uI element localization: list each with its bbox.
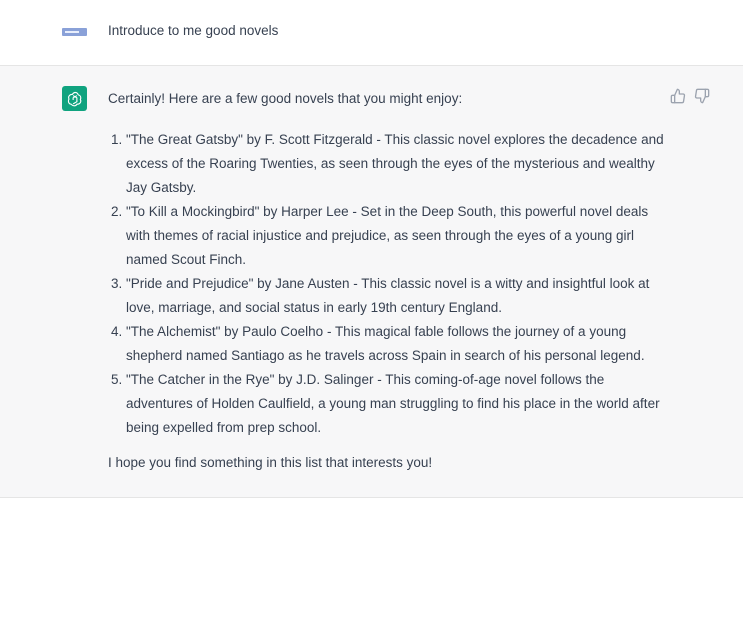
assistant-intro-text: Certainly! Here are a few good novels th…: [108, 91, 463, 106]
assistant-message-row: Certainly! Here are a few good novels th…: [0, 66, 743, 498]
openai-logo-icon: [67, 91, 81, 106]
thumbs-up-icon: [670, 88, 686, 104]
assistant-outro-text: I hope you find something in this list t…: [108, 455, 433, 470]
user-avatar: [62, 28, 87, 36]
dislike-button[interactable]: [694, 88, 710, 104]
user-message-text: Introduce to me good novels: [108, 23, 279, 38]
like-button[interactable]: [670, 88, 686, 104]
list-item: "The Catcher in the Rye" by J.D. Salinge…: [126, 368, 668, 440]
assistant-response: Certainly! Here are a few good novels th…: [108, 90, 668, 472]
list-item: "Pride and Prejudice" by Jane Austen - T…: [126, 272, 668, 320]
list-item: "The Alchemist" by Paulo Coelho - This m…: [126, 320, 668, 368]
list-item: "The Great Gatsby" by F. Scott Fitzgeral…: [126, 128, 668, 200]
thumbs-down-icon: [694, 88, 710, 104]
user-message-row: Introduce to me good novels: [0, 0, 743, 66]
novel-list: "The Great Gatsby" by F. Scott Fitzgeral…: [108, 128, 668, 440]
list-item: "To Kill a Mockingbird" by Harper Lee - …: [126, 200, 668, 272]
assistant-avatar: [62, 86, 87, 111]
